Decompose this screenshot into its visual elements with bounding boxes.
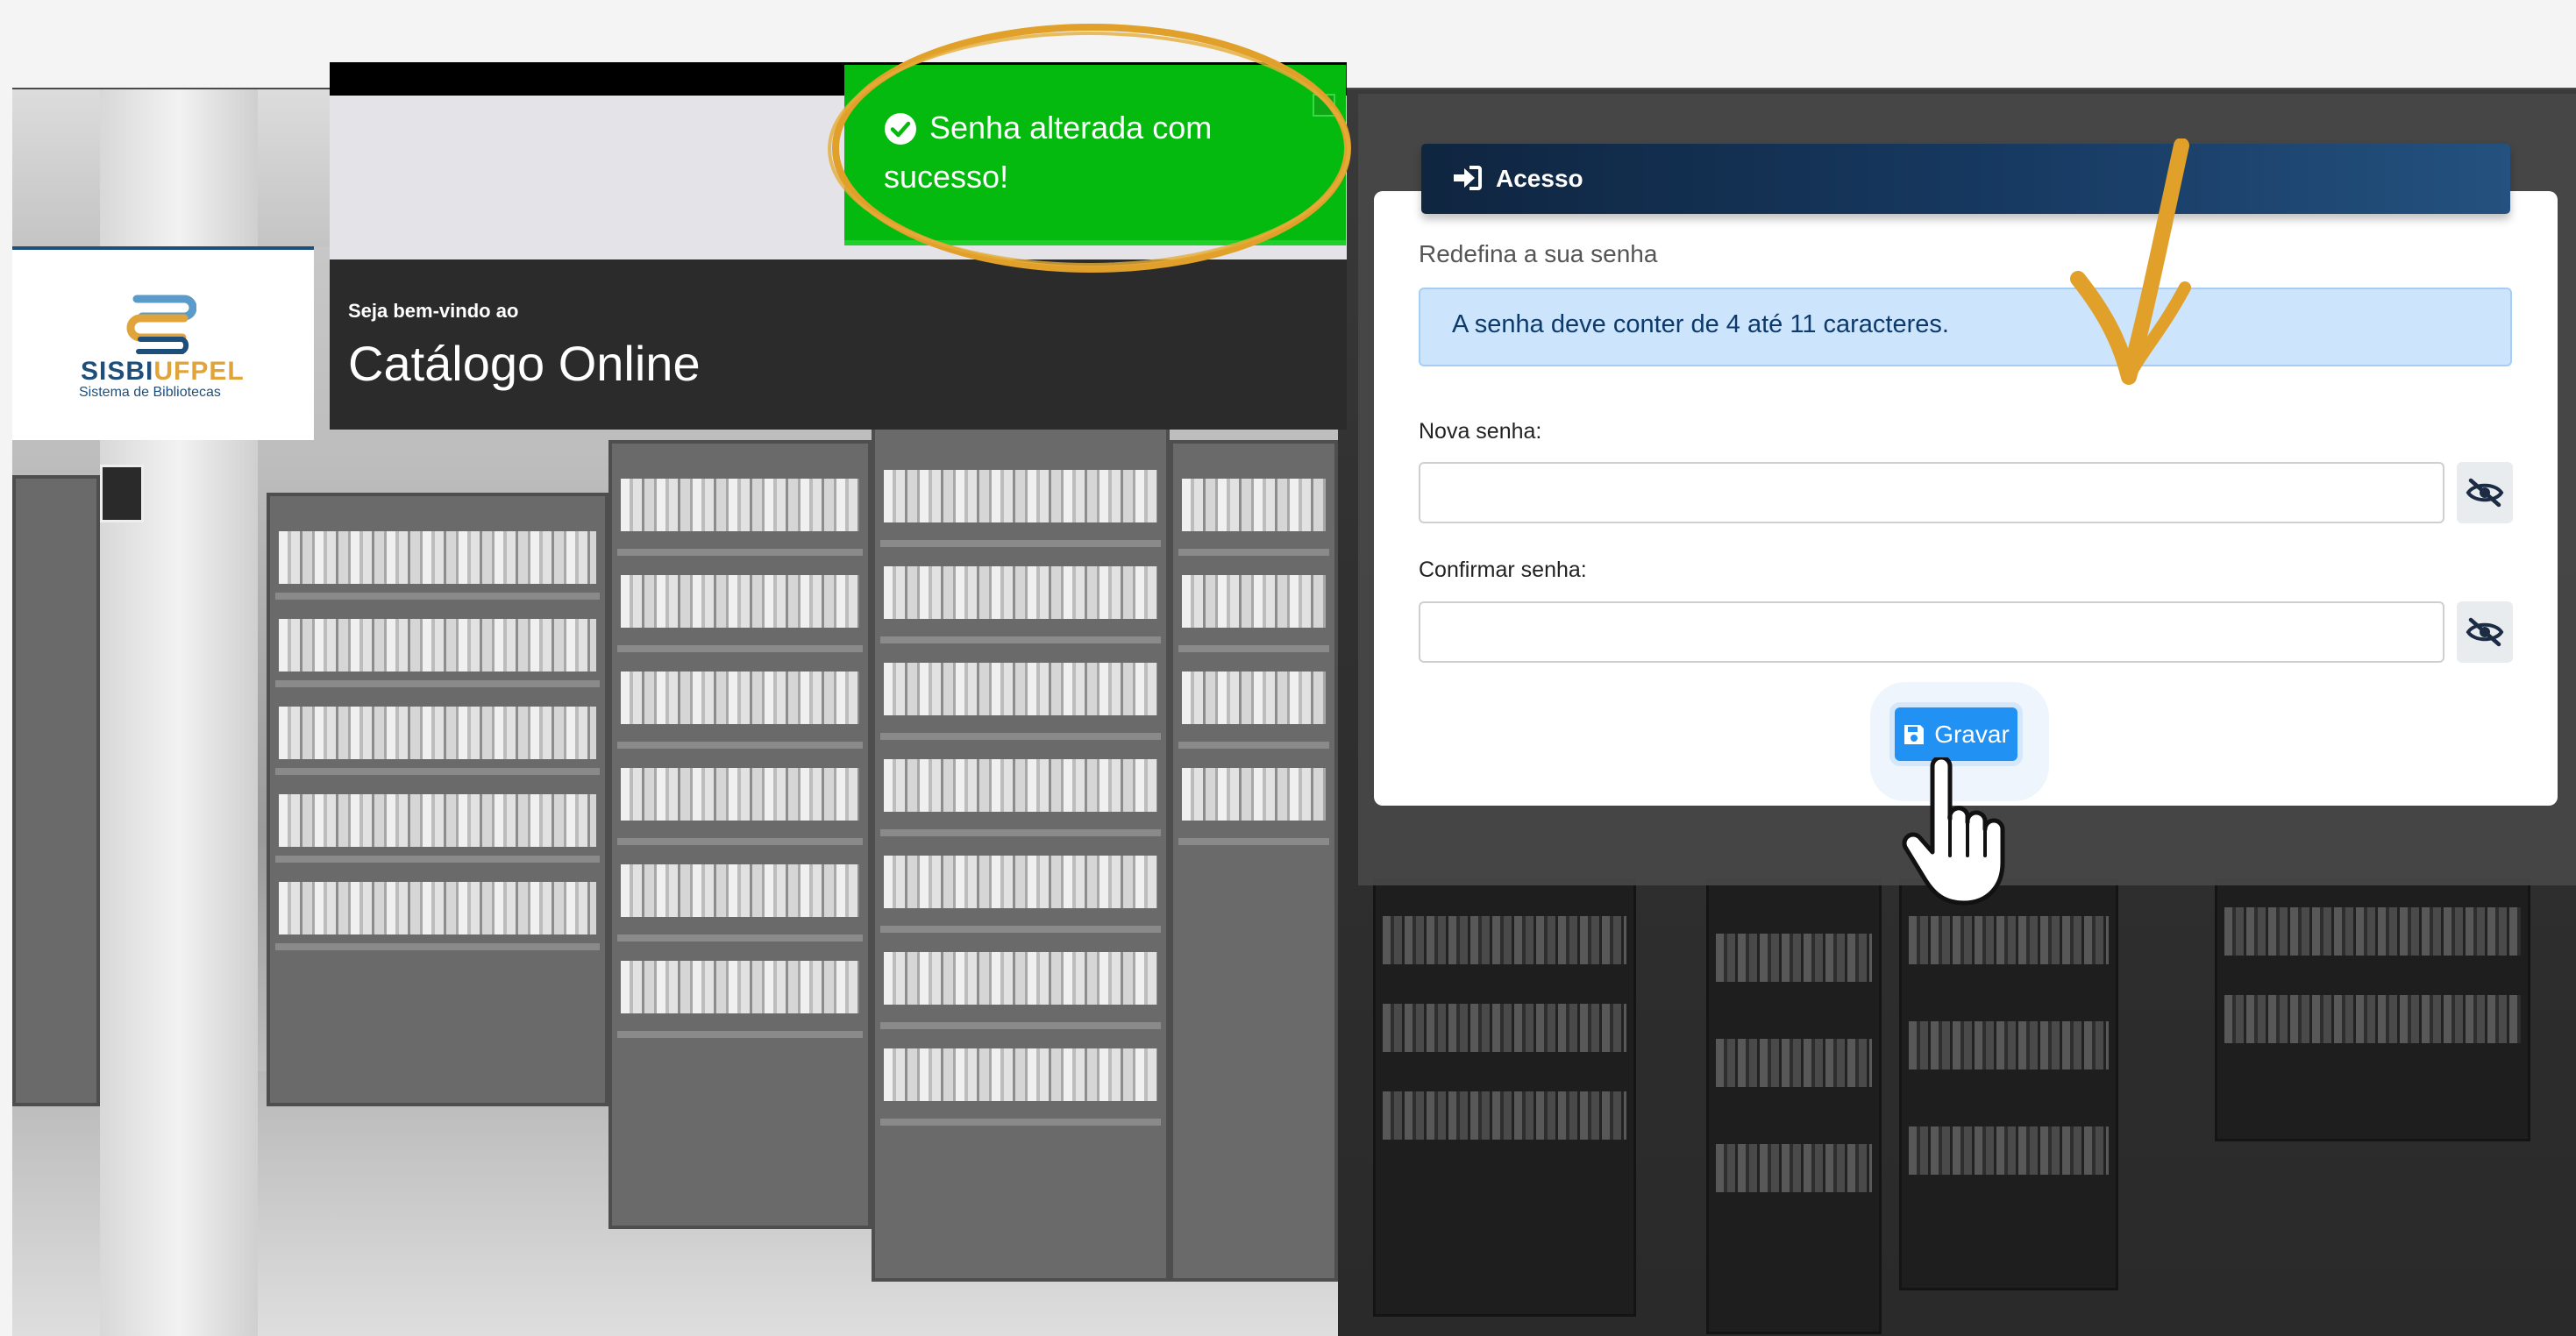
hand-pointer-icon [1902,757,2005,906]
welcome-text: Seja bem-vindo ao [348,300,519,322]
card-header-title: Acesso [1496,165,1583,192]
bookshelf [12,475,100,1106]
bookshelf [1373,878,1636,1317]
new-password-label: Nova senha: [1419,419,1542,444]
bookshelf [2215,878,2530,1141]
bookshelf [608,440,872,1229]
password-rule-text: A senha deve conter de 4 até 11 caracter… [1452,310,1949,338]
logo-wordmark: SISBIUFPEL [81,357,245,386]
sisbi-ufpel-logo[interactable]: SISBIUFPEL Sistema de Bibliotecas [12,250,314,440]
sign-in-icon [1454,166,1482,190]
bookshelf [267,493,608,1106]
card-subtitle: Redefina a sua senha [1419,240,1658,267]
toggle-confirm-password-visibility[interactable] [2457,601,2513,663]
card-header-acesso [1421,144,2510,214]
bookshelf [1706,878,1882,1334]
logo-subtitle: Sistema de Bibliotecas [79,385,221,400]
checkmark-arrow-icon [2070,139,2191,385]
bookshelf [872,423,1170,1282]
toggle-new-password-visibility[interactable] [2457,462,2513,523]
page-title: Catálogo Online [348,336,701,391]
confirm-password-input[interactable] [1419,601,2444,663]
new-password-input[interactable] [1419,462,2444,523]
save-button-label: Gravar [1934,720,2010,748]
highlight-ellipse-annotation [828,24,1351,273]
floppy-disk-icon [1904,724,1925,744]
books-logo-icon [126,295,196,354]
confirm-password-label: Confirmar senha: [1419,558,1587,582]
save-button[interactable]: Gravar [1895,707,2017,761]
eye-slash-icon [2466,478,2504,508]
exit-sign-icon [100,465,144,522]
bookshelf [1170,440,1338,1282]
eye-slash-icon [2466,617,2504,647]
bookshelf [1899,878,2118,1290]
